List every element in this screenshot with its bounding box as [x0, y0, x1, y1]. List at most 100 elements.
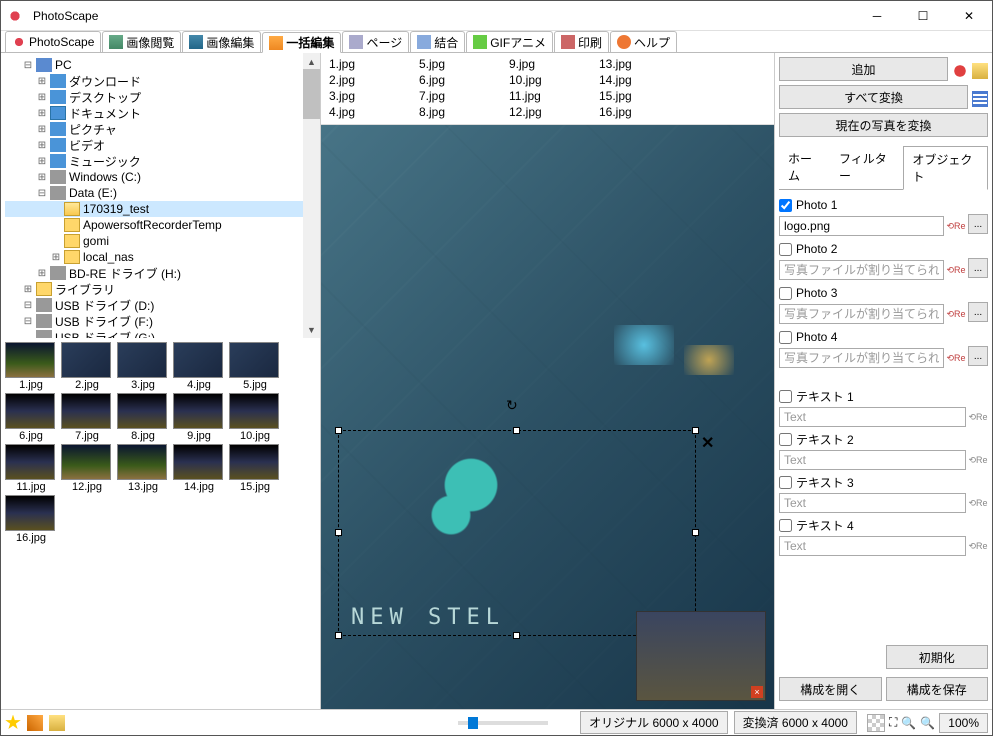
reset-icon[interactable]: ⟲Re — [946, 348, 966, 368]
text-checkbox[interactable] — [779, 433, 792, 446]
thumb-size-slider[interactable] — [458, 721, 548, 725]
save-config-button[interactable]: 構成を保存 — [886, 677, 989, 701]
photo-path-input[interactable] — [779, 260, 944, 280]
reset-icon[interactable]: ⟲Re — [946, 260, 966, 280]
thumbnail[interactable]: 15.jpg — [229, 444, 281, 493]
tree-item[interactable]: ⊞デスクトップ — [5, 89, 316, 105]
subtab-filter[interactable]: フィルター — [830, 145, 903, 189]
file-item[interactable]: 14.jpg — [599, 73, 689, 89]
transparency-icon[interactable] — [867, 714, 885, 732]
thumbnail[interactable]: 13.jpg — [117, 444, 169, 493]
browse-button[interactable]: ... — [968, 302, 988, 322]
tree-item[interactable]: ⊞ドキュメント — [5, 105, 316, 121]
reset-button[interactable]: 初期化 — [886, 645, 989, 669]
expander-icon[interactable]: ⊞ — [37, 140, 47, 151]
file-item[interactable]: 4.jpg — [329, 105, 419, 121]
tab-editor[interactable]: 画像編集 — [182, 31, 261, 52]
tree-item[interactable]: USB ドライブ (G:) — [5, 329, 316, 338]
resize-handle[interactable] — [335, 632, 342, 639]
file-item[interactable]: 1.jpg — [329, 57, 419, 73]
wand-icon[interactable] — [27, 715, 43, 731]
tab-print[interactable]: 印刷 — [554, 31, 609, 52]
resize-handle[interactable] — [692, 529, 699, 536]
reset-icon[interactable]: ⟲Re — [968, 407, 988, 427]
tree-item[interactable]: ⊞ミュージック — [5, 153, 316, 169]
tab-combine[interactable]: 結合 — [410, 31, 465, 52]
photo-path-input[interactable] — [779, 304, 944, 324]
minimize-button[interactable]: ─ — [854, 1, 900, 31]
tree-item[interactable]: ⊟PC — [5, 57, 316, 73]
file-list[interactable]: 1.jpg2.jpg3.jpg4.jpg 5.jpg6.jpg7.jpg8.jpg… — [321, 53, 774, 125]
tree-item[interactable]: ⊞local_nas — [5, 249, 316, 265]
text-input[interactable] — [779, 450, 966, 470]
file-item[interactable]: 8.jpg — [419, 105, 509, 121]
convert-all-button[interactable]: すべて変換 — [779, 85, 968, 109]
close-button[interactable]: ✕ — [946, 1, 992, 31]
browse-button[interactable]: ... — [968, 258, 988, 278]
resize-handle[interactable] — [335, 529, 342, 536]
tree-item[interactable]: ⊞ビデオ — [5, 137, 316, 153]
expander-icon[interactable]: ⊞ — [51, 252, 61, 263]
expander-icon[interactable]: ⊞ — [37, 124, 47, 135]
navigator-close-icon[interactable]: × — [751, 686, 763, 698]
navigator-thumbnail[interactable]: × — [636, 611, 766, 701]
list-icon[interactable] — [972, 91, 988, 107]
expander-icon[interactable]: ⊟ — [23, 300, 33, 311]
file-item[interactable]: 12.jpg — [509, 105, 599, 121]
tab-viewer[interactable]: 画像閲覧 — [102, 31, 181, 52]
thumbnail[interactable]: 1.jpg — [5, 342, 57, 391]
tree-item[interactable]: ⊞Windows (C:) — [5, 169, 316, 185]
subtab-object[interactable]: オブジェクト — [903, 146, 988, 190]
trash-icon[interactable] — [972, 63, 988, 79]
browse-button[interactable]: ... — [968, 214, 988, 234]
expander-icon[interactable]: ⊞ — [37, 156, 47, 167]
subtab-home[interactable]: ホーム — [779, 145, 830, 189]
remove-overlay-icon[interactable]: ✕ — [701, 433, 714, 453]
open-config-button[interactable]: 構成を開く — [779, 677, 882, 701]
file-item[interactable]: 5.jpg — [419, 57, 509, 73]
expander-icon[interactable]: ⊞ — [23, 284, 33, 295]
file-item[interactable]: 10.jpg — [509, 73, 599, 89]
scroll-thumb[interactable] — [303, 69, 320, 119]
photo-checkbox[interactable] — [779, 199, 792, 212]
tree-item[interactable]: ⊟Data (E:) — [5, 185, 316, 201]
tab-page[interactable]: ページ — [342, 31, 409, 52]
expander-icon[interactable]: ⊞ — [37, 268, 47, 279]
thumbnail[interactable]: 11.jpg — [5, 444, 57, 493]
file-item[interactable]: 7.jpg — [419, 89, 509, 105]
add-button[interactable]: 追加 — [779, 57, 948, 81]
zoom-out-icon[interactable]: 🔍 — [901, 716, 916, 730]
text-checkbox[interactable] — [779, 476, 792, 489]
text-input[interactable] — [779, 407, 966, 427]
converted-dimensions-button[interactable]: 変換済 6000 x 4000 — [734, 711, 857, 734]
original-dimensions-button[interactable]: オリジナル 6000 x 4000 — [580, 711, 727, 734]
thumbnail[interactable]: 6.jpg — [5, 393, 57, 442]
fit-icon[interactable]: ⛶ — [889, 715, 897, 730]
scroll-up-icon[interactable]: ▲ — [303, 53, 320, 70]
scrollbar[interactable]: ▲▼ — [303, 53, 320, 338]
photo-checkbox[interactable] — [779, 243, 792, 256]
selection-box[interactable] — [338, 430, 696, 636]
thumbnail[interactable]: 5.jpg — [229, 342, 281, 391]
thumbnail[interactable]: 4.jpg — [173, 342, 225, 391]
tree-item[interactable]: ⊟USB ドライブ (F:) — [5, 313, 316, 329]
file-item[interactable]: 6.jpg — [419, 73, 509, 89]
reset-icon[interactable]: ⟲Re — [968, 493, 988, 513]
thumbnail[interactable]: 9.jpg — [173, 393, 225, 442]
expander-icon[interactable]: ⊞ — [37, 108, 47, 119]
expander-icon[interactable]: ⊟ — [23, 316, 33, 327]
zoom-level[interactable]: 100% — [939, 713, 988, 733]
file-item[interactable]: 2.jpg — [329, 73, 419, 89]
folder-tree[interactable]: ⊟PC⊞ダウンロード⊞デスクトップ⊞ドキュメント⊞ピクチャ⊞ビデオ⊞ミュージック… — [1, 53, 320, 338]
reset-icon[interactable]: ⟲Re — [946, 216, 966, 236]
file-item[interactable]: 3.jpg — [329, 89, 419, 105]
thumbnail[interactable]: 2.jpg — [61, 342, 113, 391]
file-item[interactable]: 15.jpg — [599, 89, 689, 105]
tab-photoscape[interactable]: PhotoScape — [5, 31, 101, 52]
thumbnail[interactable]: 8.jpg — [117, 393, 169, 442]
reset-icon[interactable]: ⟲Re — [968, 450, 988, 470]
resize-handle[interactable] — [513, 632, 520, 639]
resize-handle[interactable] — [692, 427, 699, 434]
expander-icon[interactable]: ⊟ — [23, 60, 33, 71]
expander-icon[interactable]: ⊞ — [37, 76, 47, 87]
